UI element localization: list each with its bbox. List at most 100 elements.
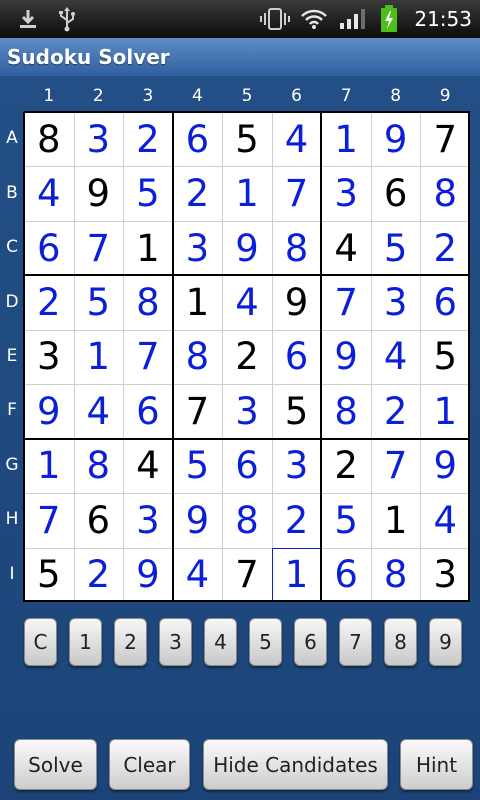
sudoku-cell-G4[interactable]: 5: [173, 439, 223, 493]
sudoku-cell-F4[interactable]: 7: [173, 384, 223, 438]
sudoku-cell-D2[interactable]: 5: [74, 275, 124, 329]
sudoku-cell-E8[interactable]: 4: [371, 330, 421, 384]
sudoku-cell-C8[interactable]: 5: [371, 221, 421, 275]
column-label: 5: [241, 86, 253, 106]
sudoku-cell-A1[interactable]: 8: [24, 112, 74, 166]
sudoku-cell-D5[interactable]: 4: [222, 275, 272, 329]
sudoku-cell-I8[interactable]: 8: [371, 548, 421, 602]
sudoku-cell-E9[interactable]: 5: [420, 330, 470, 384]
solve-button[interactable]: Solve: [14, 739, 97, 790]
sudoku-cell-I5[interactable]: 7: [222, 548, 272, 602]
sudoku-cell-G3[interactable]: 4: [123, 439, 173, 493]
sudoku-cell-A6[interactable]: 4: [272, 112, 322, 166]
sudoku-cell-I2[interactable]: 2: [74, 548, 124, 602]
sudoku-cell-A9[interactable]: 7: [420, 112, 470, 166]
sudoku-cell-D7[interactable]: 7: [321, 275, 371, 329]
sudoku-cell-D6[interactable]: 9: [272, 275, 322, 329]
number-key-8[interactable]: 8: [384, 618, 417, 666]
sudoku-cell-A2[interactable]: 3: [74, 112, 124, 166]
sudoku-cell-I4[interactable]: 4: [173, 548, 223, 602]
sudoku-cell-E3[interactable]: 7: [123, 330, 173, 384]
sudoku-cell-G9[interactable]: 9: [420, 439, 470, 493]
sudoku-cell-I1[interactable]: 5: [24, 548, 74, 602]
sudoku-cell-F7[interactable]: 8: [321, 384, 371, 438]
number-key-1[interactable]: 1: [69, 618, 102, 666]
number-key-2[interactable]: 2: [114, 618, 147, 666]
sudoku-cell-D9[interactable]: 6: [420, 275, 470, 329]
column-label: 1: [43, 86, 55, 106]
sudoku-cell-E6[interactable]: 6: [272, 330, 322, 384]
sudoku-cell-H3[interactable]: 3: [123, 493, 173, 547]
sudoku-cell-I9[interactable]: 3: [420, 548, 470, 602]
sudoku-cell-I6[interactable]: 1: [271, 547, 322, 602]
sudoku-cell-H2[interactable]: 6: [74, 493, 124, 547]
sudoku-cell-C4[interactable]: 3: [173, 221, 223, 275]
sudoku-cell-H6[interactable]: 2: [272, 493, 322, 547]
number-key-4[interactable]: 4: [204, 618, 237, 666]
sudoku-cell-D1[interactable]: 2: [24, 275, 74, 329]
sudoku-cell-F8[interactable]: 2: [371, 384, 421, 438]
sudoku-cell-D4[interactable]: 1: [173, 275, 223, 329]
sudoku-cell-C1[interactable]: 6: [24, 221, 74, 275]
clear-button[interactable]: Clear: [109, 739, 190, 790]
app-title-bar: Sudoku Solver: [0, 38, 480, 76]
sudoku-cell-C3[interactable]: 1: [123, 221, 173, 275]
sudoku-cell-H8[interactable]: 1: [371, 493, 421, 547]
sudoku-cell-B9[interactable]: 8: [420, 166, 470, 220]
sudoku-cell-F1[interactable]: 9: [24, 384, 74, 438]
sudoku-cell-E4[interactable]: 8: [173, 330, 223, 384]
sudoku-cell-B6[interactable]: 7: [272, 166, 322, 220]
sudoku-cell-C5[interactable]: 9: [222, 221, 272, 275]
sudoku-cell-F5[interactable]: 3: [222, 384, 272, 438]
number-key-6[interactable]: 6: [294, 618, 327, 666]
sudoku-cell-C9[interactable]: 2: [420, 221, 470, 275]
sudoku-cell-A5[interactable]: 5: [222, 112, 272, 166]
number-key-5[interactable]: 5: [249, 618, 282, 666]
sudoku-cell-F3[interactable]: 6: [123, 384, 173, 438]
sudoku-cell-B1[interactable]: 4: [24, 166, 74, 220]
number-key-9[interactable]: 9: [429, 618, 462, 666]
column-label: 6: [291, 86, 302, 106]
sudoku-cell-G5[interactable]: 6: [222, 439, 272, 493]
sudoku-cell-G2[interactable]: 8: [74, 439, 124, 493]
sudoku-cell-D3[interactable]: 8: [123, 275, 173, 329]
hide-candidates-button[interactable]: Hide Candidates: [203, 739, 388, 790]
sudoku-cell-A4[interactable]: 6: [173, 112, 223, 166]
sudoku-cell-F2[interactable]: 4: [74, 384, 124, 438]
sudoku-cell-H7[interactable]: 5: [321, 493, 371, 547]
sudoku-cell-E2[interactable]: 1: [74, 330, 124, 384]
sudoku-cell-B5[interactable]: 1: [222, 166, 272, 220]
sudoku-cell-H1[interactable]: 7: [24, 493, 74, 547]
sudoku-cell-I7[interactable]: 6: [321, 548, 371, 602]
sudoku-cell-C7[interactable]: 4: [321, 221, 371, 275]
sudoku-cell-E7[interactable]: 9: [321, 330, 371, 384]
row-label: I: [9, 563, 15, 584]
sudoku-cell-H4[interactable]: 9: [173, 493, 223, 547]
sudoku-cell-A7[interactable]: 1: [321, 112, 371, 166]
number-key-7[interactable]: 7: [339, 618, 372, 666]
sudoku-cell-I3[interactable]: 9: [123, 548, 173, 602]
sudoku-cell-G1[interactable]: 1: [24, 439, 74, 493]
sudoku-cell-F9[interactable]: 1: [420, 384, 470, 438]
hint-button[interactable]: Hint: [400, 739, 473, 790]
number-key-3[interactable]: 3: [159, 618, 192, 666]
sudoku-cell-H9[interactable]: 4: [420, 493, 470, 547]
sudoku-cell-G8[interactable]: 7: [371, 439, 421, 493]
sudoku-cell-G6[interactable]: 3: [272, 439, 322, 493]
sudoku-cell-B2[interactable]: 9: [74, 166, 124, 220]
sudoku-cell-E5[interactable]: 2: [222, 330, 272, 384]
sudoku-cell-B8[interactable]: 6: [371, 166, 421, 220]
sudoku-cell-A8[interactable]: 9: [371, 112, 421, 166]
sudoku-cell-A3[interactable]: 2: [123, 112, 173, 166]
sudoku-cell-F6[interactable]: 5: [272, 384, 322, 438]
sudoku-cell-G7[interactable]: 2: [321, 439, 371, 493]
sudoku-cell-C2[interactable]: 7: [74, 221, 124, 275]
sudoku-cell-E1[interactable]: 3: [24, 330, 74, 384]
sudoku-cell-B7[interactable]: 3: [321, 166, 371, 220]
sudoku-cell-H5[interactable]: 8: [222, 493, 272, 547]
clear-cell-key[interactable]: C: [24, 618, 57, 666]
sudoku-cell-B3[interactable]: 5: [123, 166, 173, 220]
sudoku-cell-D8[interactable]: 3: [371, 275, 421, 329]
sudoku-cell-B4[interactable]: 2: [173, 166, 223, 220]
sudoku-cell-C6[interactable]: 8: [272, 221, 322, 275]
